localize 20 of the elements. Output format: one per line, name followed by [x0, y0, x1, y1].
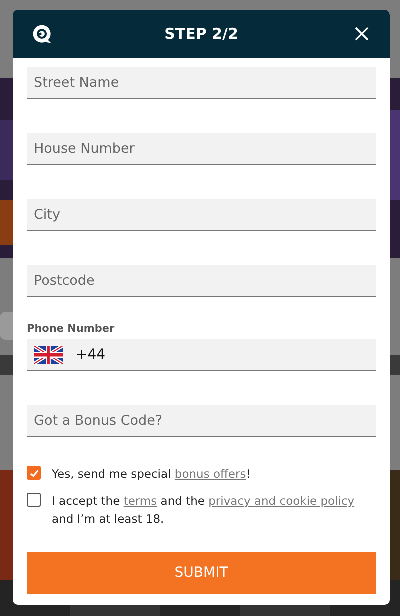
input-field[interactable]: City: [27, 199, 376, 231]
checkbox[interactable]: [27, 466, 41, 480]
close-icon: [354, 26, 370, 42]
link[interactable]: privacy and cookie policy: [208, 494, 355, 508]
link[interactable]: bonus offers: [174, 467, 246, 481]
checkbox[interactable]: [27, 493, 41, 507]
consent-text: Yes, send me special bonus offers!: [52, 466, 251, 483]
phone-value: +44: [76, 346, 106, 362]
input-field[interactable]: House Number: [27, 133, 376, 165]
dialog-title: STEP 2/2: [164, 25, 238, 43]
logo-icon: [32, 24, 53, 45]
input-field[interactable]: Got a Bonus Code?: [27, 405, 376, 437]
field-label: Phone Number: [27, 323, 116, 335]
phone-field[interactable]: +44: [27, 339, 376, 371]
input-field[interactable]: Street Name: [27, 67, 376, 99]
link[interactable]: terms: [124, 494, 158, 508]
flag-icon: [34, 346, 63, 364]
consent-text: I accept the terms and the privacy and cookie policy and I’m at least 18.: [52, 493, 356, 528]
submit-button[interactable]: SUBMIT: [27, 552, 376, 594]
input-field[interactable]: Postcode: [27, 265, 376, 297]
